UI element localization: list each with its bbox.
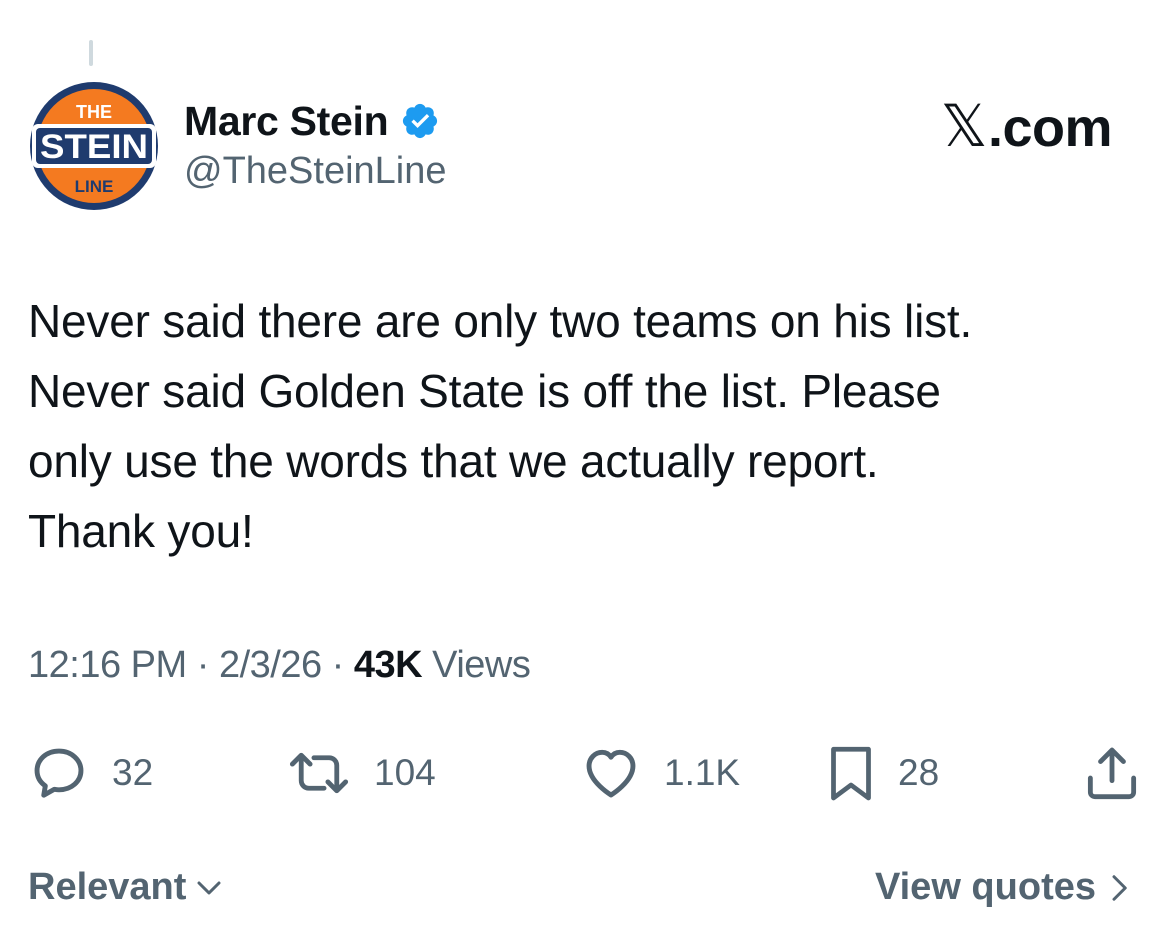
author-name-row: Marc Stein [184,96,447,146]
repost-count: 104 [374,752,436,793]
view-quotes-label: View quotes [874,866,1096,908]
site-domain-text: .com [987,98,1113,158]
x-com-watermark: 𝕏 .com [940,92,1113,160]
tweet-date[interactable]: 2/3/26 [219,644,322,686]
tweet-time[interactable]: 12:16 PM [28,644,187,686]
tweet-metadata: 12:16 PM · 2/3/26 · 43K Views [28,644,531,687]
author-handle[interactable]: @TheSteinLine [184,150,447,193]
reply-count: 32 [112,752,154,793]
author-avatar[interactable]: THE STEIN LINE [28,80,160,212]
sort-replies-dropdown[interactable]: Relevant [28,866,224,909]
tweet-text: Never said there are only two teams on h… [28,295,973,557]
bookmark-icon [831,746,871,801]
like-button[interactable]: 1.1K [580,738,740,808]
author-block: Marc Stein @TheSteinLine [184,96,447,193]
repost-button[interactable]: 104 [286,738,436,808]
meta-separator-2: · [321,644,354,686]
svg-text:THE: THE [76,102,112,122]
sort-label: Relevant [28,866,187,908]
share-upload-icon [1087,747,1137,800]
speech-bubble-icon [34,748,84,798]
svg-text:LINE: LINE [75,177,114,196]
view-quotes-link[interactable]: View quotes [875,866,1134,909]
author-display-name[interactable]: Marc Stein [184,98,389,145]
chevron-right-icon [1112,874,1127,901]
chevron-down-icon [197,881,221,894]
heart-icon [586,749,636,798]
reply-button[interactable]: 32 [28,738,153,808]
tweet-actions-bar: 32 104 1.1K 28 [0,738,1170,808]
x-logo-icon: 𝕏 [940,94,988,159]
bookmark-button[interactable]: 28 [826,738,939,808]
verified-badge-icon[interactable] [400,101,440,141]
svg-text:STEIN: STEIN [40,128,148,166]
replies-footer: Relevant View quotes [0,866,1170,926]
repost-arrows-icon [289,752,349,794]
thread-connector-line [89,40,93,66]
views-label: Views [432,644,531,686]
like-count: 1.1K [664,752,741,793]
bookmark-count: 28 [898,752,940,793]
share-button[interactable] [1084,738,1140,808]
meta-separator: · [186,644,219,686]
views-count: 43K [353,644,423,686]
stein-line-logo-icon: THE STEIN LINE [30,82,158,210]
